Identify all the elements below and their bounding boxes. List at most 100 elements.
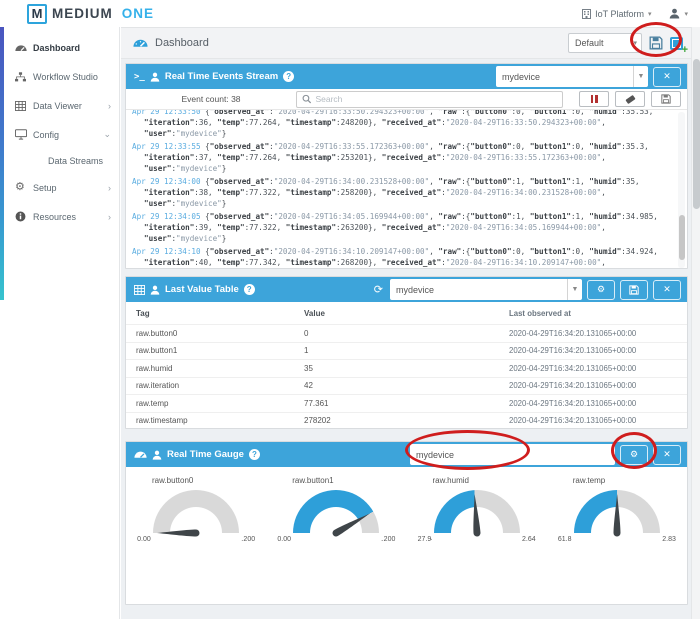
table-header-row: Tag Value Last observed at	[126, 302, 687, 324]
event-log-entry: Apr 29 12:34:05 {"observed_at":"2020-04-…	[132, 211, 671, 244]
export-stream-button[interactable]	[651, 91, 681, 107]
pause-stream-button[interactable]	[579, 91, 609, 107]
event-log-entry: Apr 29 12:33:55 {"observed_at":"2020-04-…	[132, 141, 671, 174]
save-icon	[629, 284, 639, 295]
events-search-input[interactable]	[315, 94, 557, 104]
events-search-box	[296, 90, 563, 108]
dashboard-gauge-icon	[133, 38, 148, 48]
tag-cell: raw.iteration	[136, 381, 180, 391]
caret-down-icon: ▾	[633, 40, 637, 47]
save-dashboard-button[interactable]	[649, 36, 663, 50]
page-scrollbar[interactable]	[691, 27, 700, 619]
building-icon	[582, 8, 592, 19]
last-observed-cell: 2020-04-29T16:34:20.131065+00:00	[509, 398, 637, 408]
event-json: {"observed_at":"2020-04-29T16:34:10.2091…	[144, 247, 658, 267]
tag-cell: raw.button0	[136, 328, 178, 338]
close-icon: ✕	[663, 449, 671, 459]
last-value-close-button[interactable]: ✕	[653, 279, 681, 300]
value-cell: 0	[304, 328, 309, 338]
gauge-icon	[134, 450, 147, 459]
event-log-entry: Apr 29 12:34:00 {"observed_at":"2020-04-…	[132, 176, 671, 209]
events-close-button[interactable]: ✕	[653, 66, 681, 87]
event-log-entry: Apr 29 12:34:10 {"observed_at":"2020-04-…	[132, 246, 671, 268]
main-content: Dashboard Default ▾ >_ Real Time Events …	[121, 27, 691, 619]
sidebar-item-label: Resources	[33, 211, 77, 222]
gauge-label: raw.button0	[152, 476, 194, 485]
caret-down-icon: ▾	[647, 10, 652, 18]
gauge-raw-button1: raw.button1 0.000 1.200 1.000	[266, 474, 406, 583]
sidebar-item-label: Data Streams	[48, 156, 104, 166]
last-value-widget: Last Value Table ? ⟳ mydevice ▼ ⚙ ✕ Tag …	[125, 276, 688, 429]
last-value-widget-title: Last Value Table	[165, 284, 239, 295]
last-value-export-button[interactable]	[620, 279, 648, 300]
sidebar-item-label: Dashboard	[33, 42, 81, 53]
column-header-value: Value	[304, 308, 325, 318]
refresh-icon[interactable]: ⟳	[374, 283, 383, 296]
terminal-icon: >_	[134, 71, 145, 82]
events-scrollbar-thumb[interactable]	[678, 215, 685, 260]
user-icon	[670, 8, 680, 19]
sidebar-item-data-viewer[interactable]: Data Viewer ›	[0, 91, 119, 120]
sidebar-item-resources[interactable]: Resources ›	[0, 202, 119, 231]
value-cell: 35	[304, 363, 313, 373]
sidebar-item-config[interactable]: Config ⌄	[0, 120, 119, 149]
value-cell: 42	[304, 381, 313, 391]
medium-one-logo[interactable]: M MEDIUM ONE	[27, 3, 154, 24]
add-widget-button[interactable]	[670, 36, 688, 56]
gauge-raw-humid: raw.humid 27.94 42.64 35.00	[407, 474, 547, 583]
help-icon[interactable]: ?	[283, 71, 295, 82]
gauge-settings-button[interactable]: ⚙	[620, 444, 648, 465]
caret-down-icon: ▼	[567, 279, 582, 300]
event-json: {"observed_at":"2020-04-29T16:33:50.2943…	[144, 110, 654, 138]
event-time: Apr 29 12:34:00	[132, 177, 201, 186]
tag-cell: raw.timestamp	[136, 416, 188, 426]
event-json: {"observed_at":"2020-04-29T16:33:55.1723…	[144, 142, 649, 173]
gauge-needle	[613, 494, 621, 537]
sidebar-item-data-streams[interactable]: Data Streams	[0, 149, 119, 173]
save-icon	[649, 36, 663, 50]
last-value-settings-button[interactable]: ⚙	[587, 279, 615, 300]
sidebar-item-icon: ⚙	[15, 181, 25, 193]
gauge-widget: Real Time Gauge ? ⚙ ✕ raw.button0	[125, 441, 688, 605]
events-device-select[interactable]: mydevice ▼	[496, 66, 648, 87]
table-row[interactable]: raw.timestamp 278202 2020-04-29T16:34:20…	[126, 411, 687, 430]
gauge-device-input[interactable]	[410, 444, 615, 465]
sidebar-item-label: Config	[33, 129, 60, 140]
sidebar-item-label: Data Viewer	[33, 100, 82, 111]
person-icon	[150, 72, 160, 82]
table-row[interactable]: raw.button0 0 2020-04-29T16:34:20.131065…	[126, 324, 687, 342]
topbar: M MEDIUM ONE IoT Platform ▾ ▾	[0, 0, 700, 27]
tag-cell: raw.temp	[136, 398, 169, 408]
sidebar-item-icon	[15, 129, 33, 140]
sidebar-item-workflow-studio[interactable]: Workflow Studio	[0, 62, 119, 91]
gauge-widget-title: Real Time Gauge	[167, 449, 244, 460]
help-icon[interactable]: ?	[243, 284, 255, 295]
event-time: Apr 29 12:33:55	[132, 142, 201, 151]
table-row[interactable]: raw.humid 35 2020-04-29T16:34:20.131065+…	[126, 359, 687, 377]
dashboard-select[interactable]: Default ▾	[568, 33, 642, 53]
help-icon[interactable]: ?	[248, 449, 260, 460]
last-value-device-select[interactable]: mydevice ▼	[390, 279, 582, 300]
events-toolbar: Event count: 38	[126, 89, 687, 110]
value-cell: 278202	[304, 416, 331, 426]
sidebar-item-icon	[15, 211, 33, 222]
page-scrollbar-thumb[interactable]	[693, 59, 700, 209]
sidebar-item-setup[interactable]: ⚙ Setup ›	[0, 173, 119, 202]
user-menu[interactable]: ▾	[669, 8, 688, 19]
gauge-arc	[291, 490, 382, 583]
event-json: {"observed_at":"2020-04-29T16:34:05.1699…	[144, 212, 658, 243]
table-row[interactable]: raw.button1 1 2020-04-29T16:34:20.131065…	[126, 341, 687, 360]
clear-stream-button[interactable]	[615, 91, 645, 107]
sidebar-item-icon	[15, 71, 33, 82]
sidebar-item-dashboard[interactable]: Dashboard	[0, 33, 119, 62]
table-row[interactable]: raw.temp 77.361 2020-04-29T16:34:20.1310…	[126, 394, 687, 412]
last-observed-cell: 2020-04-29T16:34:20.131065+00:00	[509, 328, 637, 338]
gauge-close-button[interactable]: ✕	[653, 444, 681, 465]
brand-medium: MEDIUM	[52, 6, 113, 21]
table-row[interactable]: raw.iteration 42 2020-04-29T16:34:20.131…	[126, 376, 687, 395]
platform-menu-label: IoT Platform	[595, 8, 644, 19]
gauge-arc	[151, 490, 242, 583]
dashboard-select-value: Default	[575, 38, 604, 48]
events-scrollbar[interactable]	[678, 112, 685, 268]
platform-menu[interactable]: IoT Platform ▾	[582, 8, 652, 19]
